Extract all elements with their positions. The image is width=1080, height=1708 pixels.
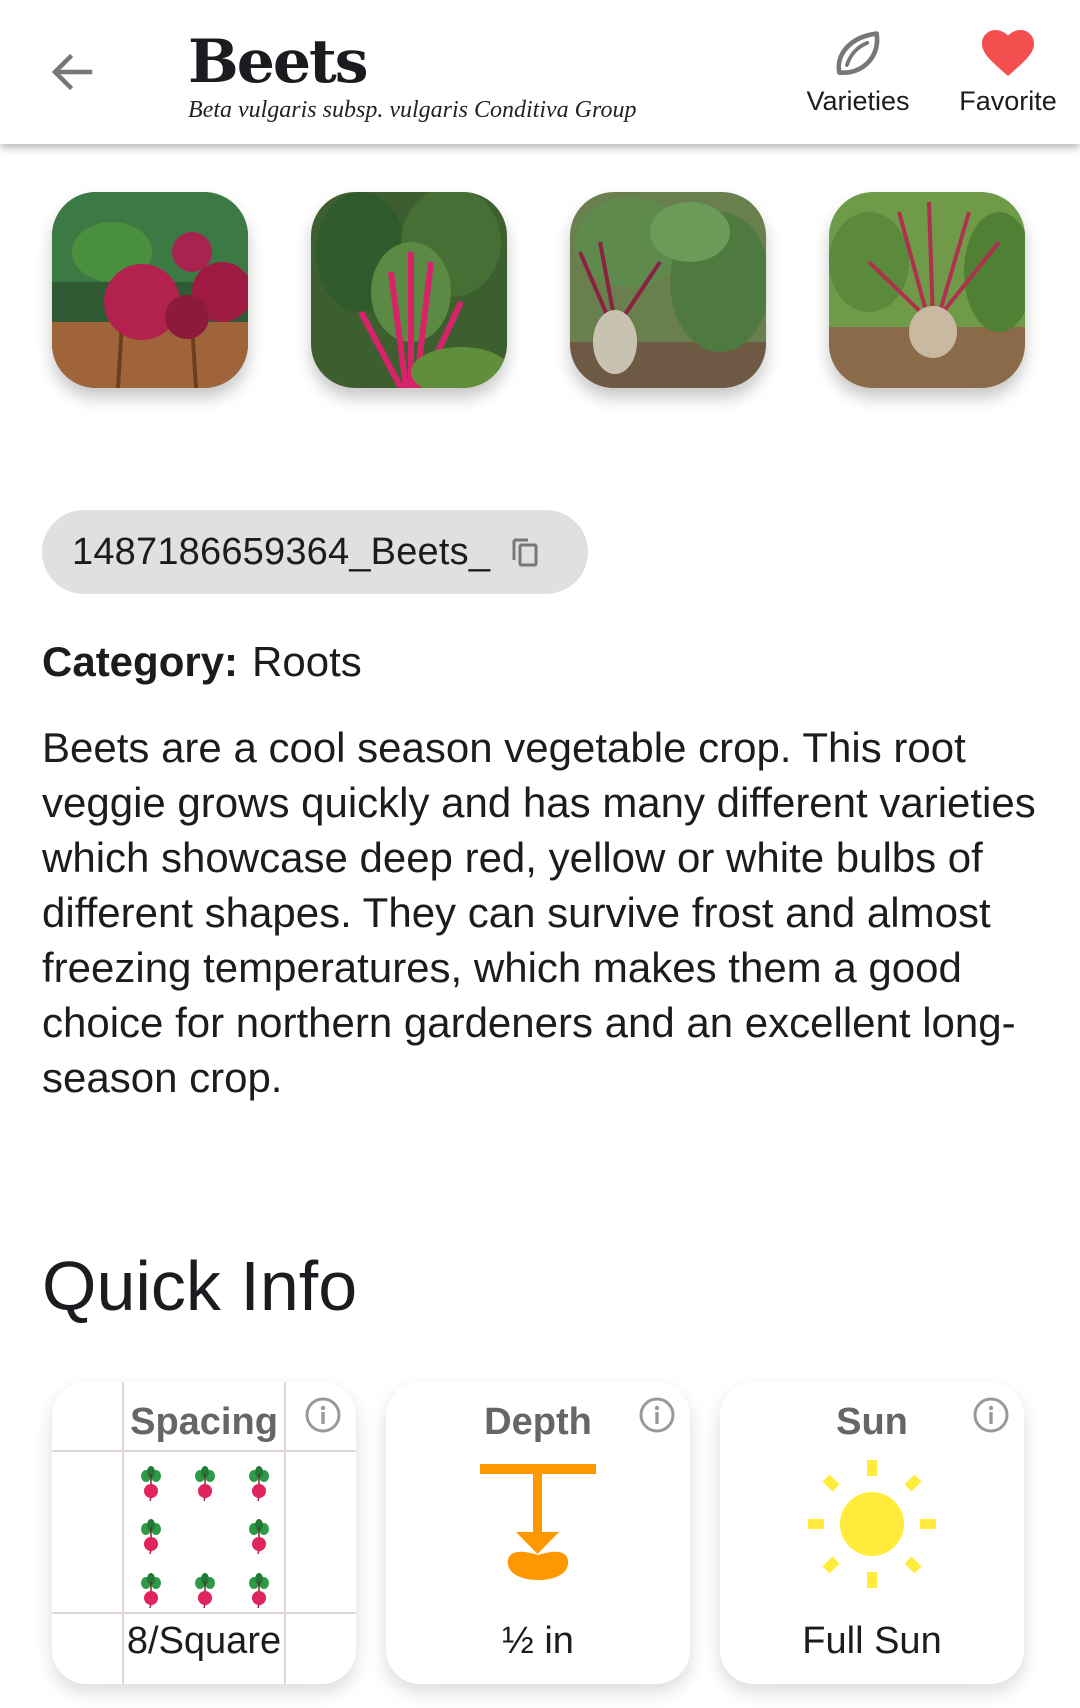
spacing-card[interactable]: Spacing 8/Square xyxy=(52,1382,356,1684)
category-value: Roots xyxy=(252,638,362,685)
beet-icon xyxy=(193,1466,217,1507)
beet-icon xyxy=(139,1519,163,1560)
quick-info-heading: Quick Info xyxy=(42,1247,358,1325)
back-button[interactable] xyxy=(44,44,100,100)
beet-root-soil-image xyxy=(829,192,1025,388)
beet-grid-icon xyxy=(124,1460,286,1620)
sun-icon xyxy=(808,1460,936,1588)
plant-id-text: 1487186659364_Beets_ xyxy=(72,530,491,573)
depth-card[interactable]: Depth ½ in xyxy=(386,1382,690,1684)
page-title: Beets xyxy=(188,27,369,97)
gallery-photo-1[interactable] xyxy=(52,192,248,388)
favorite-button[interactable]: Favorite xyxy=(952,26,1064,117)
quick-info-cards: Spacing 8/Square Depth ½ in Sun Full Sun xyxy=(52,1382,1024,1684)
category-row: Category: Roots xyxy=(42,636,362,688)
heart-icon xyxy=(982,30,1034,76)
sun-value: Full Sun xyxy=(802,1620,942,1662)
beet-plant-image xyxy=(570,192,766,388)
beet-cell xyxy=(124,1567,178,1620)
beet-cell xyxy=(178,1567,232,1620)
info-icon[interactable] xyxy=(972,1396,1010,1434)
beet-cell xyxy=(232,1513,286,1566)
gallery-photo-3[interactable] xyxy=(570,192,766,388)
beet-cell xyxy=(124,1460,178,1513)
varieties-button[interactable]: Varieties xyxy=(800,26,916,117)
info-icon[interactable] xyxy=(638,1396,676,1434)
title-block: Beets Beta vulgaris subsp. vulgaris Cond… xyxy=(188,26,636,124)
copy-icon[interactable] xyxy=(510,536,540,568)
beet-cell xyxy=(124,1513,178,1566)
beets-on-table-image xyxy=(52,192,248,388)
app-bar: Beets Beta vulgaris subsp. vulgaris Cond… xyxy=(0,0,1080,144)
beet-cell xyxy=(232,1460,286,1513)
photo-gallery xyxy=(52,192,1025,388)
beet-cell xyxy=(232,1567,286,1620)
beet-icon xyxy=(247,1572,271,1614)
favorite-label: Favorite xyxy=(959,86,1057,116)
beet-icon xyxy=(247,1466,271,1507)
spacing-value: 8/Square xyxy=(126,1620,282,1662)
gallery-photo-2[interactable] xyxy=(311,192,507,388)
beet-leaves-image xyxy=(311,192,507,388)
beet-icon xyxy=(247,1519,271,1560)
beet-cell xyxy=(178,1513,232,1566)
depth-value: ½ in xyxy=(502,1620,574,1662)
beet-icon xyxy=(193,1572,217,1614)
beet-cell xyxy=(178,1460,232,1513)
varieties-label: Varieties xyxy=(806,86,910,116)
plant-id-chip[interactable]: 1487186659364_Beets_ xyxy=(42,510,588,594)
category-label: Category: xyxy=(42,638,239,685)
sun-card[interactable]: Sun Full Sun xyxy=(720,1382,1024,1684)
plant-description: Beets are a cool season vegetable crop. … xyxy=(42,724,1036,1101)
gallery-photo-4[interactable] xyxy=(829,192,1025,388)
leaf-icon xyxy=(836,31,880,75)
beet-icon xyxy=(139,1466,163,1507)
beet-icon xyxy=(139,1572,163,1614)
arrow-left-icon xyxy=(51,53,93,91)
seed-depth-icon xyxy=(480,1464,596,1580)
info-icon[interactable] xyxy=(304,1396,342,1434)
scientific-name: Beta vulgaris subsp. vulgaris Conditiva … xyxy=(188,97,637,123)
